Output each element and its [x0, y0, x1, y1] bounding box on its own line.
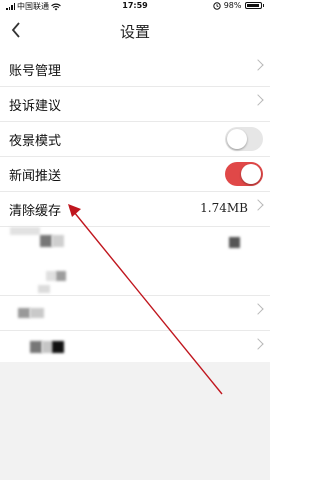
annotation-arrow — [68, 204, 223, 395]
